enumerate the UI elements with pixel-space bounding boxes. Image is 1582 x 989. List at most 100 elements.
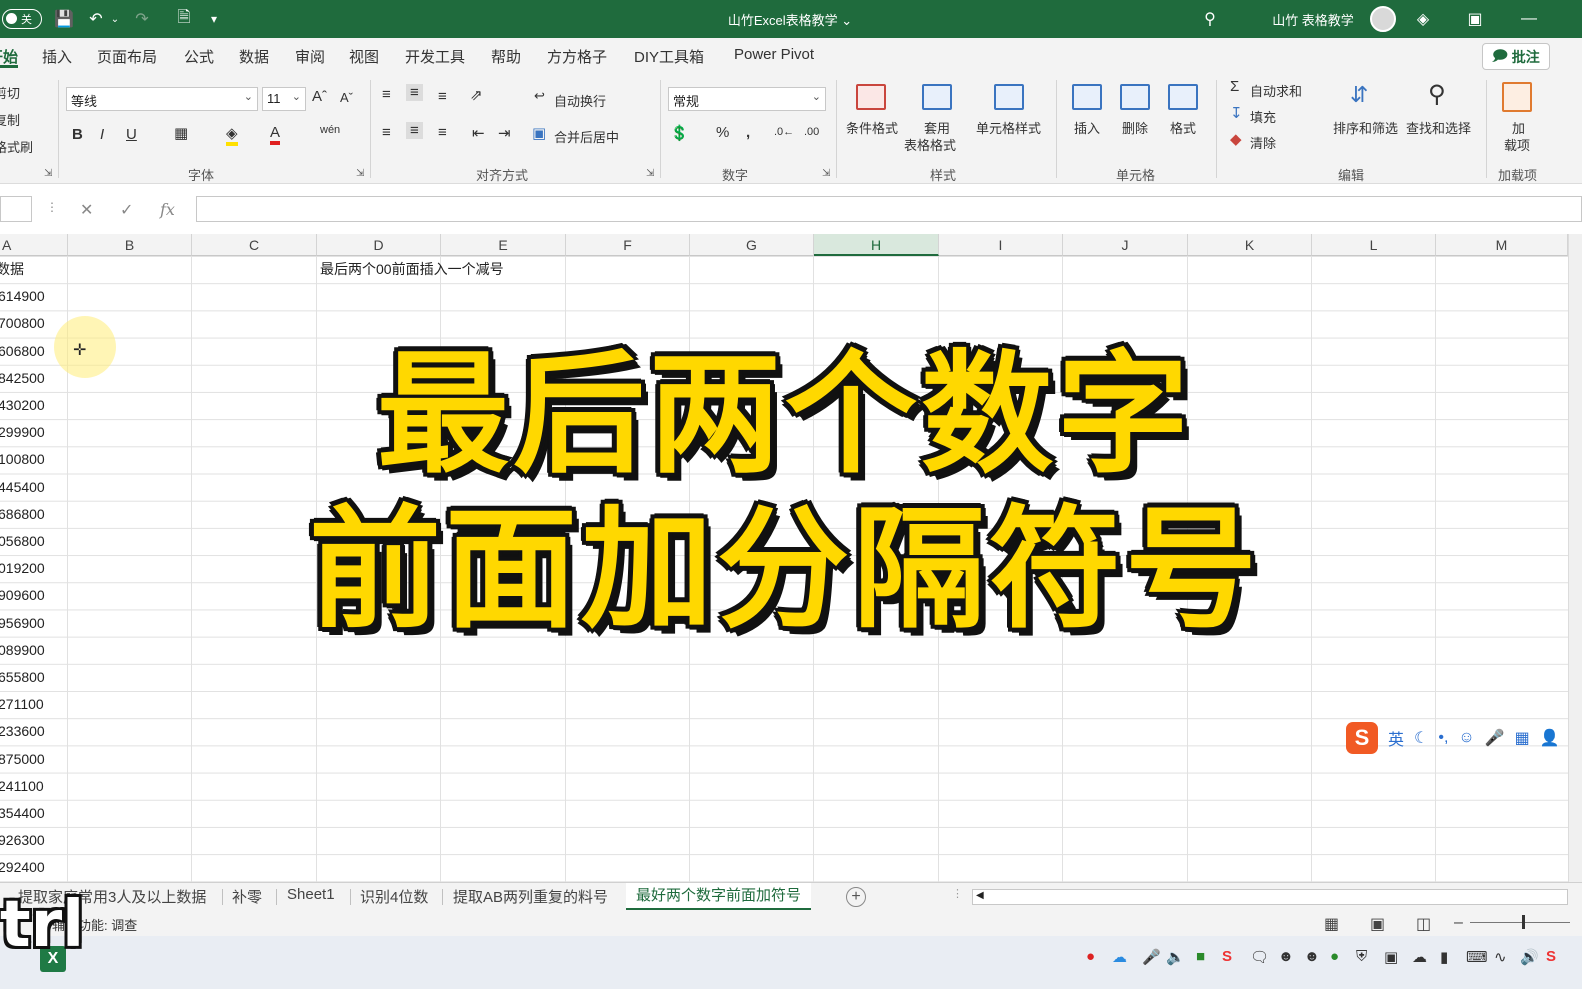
cell-a8[interactable]: 100800 [0,446,45,473]
diamond-icon[interactable]: ◈ [1410,0,1436,38]
sogou-tray-icon[interactable]: S [1222,948,1232,965]
increase-indent-icon[interactable]: ⇥ [498,124,511,142]
add-sheet-icon[interactable]: + [846,887,866,907]
column-header-h[interactable]: H [814,234,939,256]
cell-a1[interactable]: 数据 [0,256,24,283]
align-top-icon[interactable]: ≡ [382,86,391,103]
minimize-icon[interactable]: — [1516,0,1542,38]
save-icon[interactable]: 💾 [52,0,76,38]
cell-a6[interactable]: 430200 [0,392,45,419]
cut-button[interactable]: 剪切 [0,83,20,102]
sheet-tab-active[interactable]: 最好两个数字前面加符号 [626,883,812,910]
moon-icon[interactable]: ☾ [1414,728,1428,748]
format-as-table-label[interactable]: 表格格式 [904,135,956,154]
font-color-icon[interactable]: A [270,124,281,145]
window-title[interactable]: 山竹Excel表格教学 ⌄ [680,0,900,38]
sort-filter-button[interactable]: 排序和筛选 [1333,118,1398,137]
cell-styles-button[interactable]: 单元格样式 [976,118,1041,137]
delete-cells-button[interactable]: 删除 [1122,118,1148,137]
microphone-icon[interactable]: 🎤 [1142,948,1161,966]
tab-formulas[interactable]: 公式 [184,46,214,68]
zoom-out-icon[interactable]: – [1454,914,1463,932]
column-header-b[interactable]: B [68,234,192,256]
volume-icon[interactable]: 🔈 [1166,948,1185,966]
font-name-select[interactable]: 等线 ⌄ [66,87,258,111]
find-select-button[interactable]: 查找和选择 [1406,118,1471,137]
user-avatar[interactable] [1370,6,1396,32]
underline-icon[interactable]: U [126,126,137,143]
font-launcher-icon[interactable]: ⇲ [356,168,364,179]
wifi-icon[interactable]: ∿ [1494,948,1507,966]
column-header-l[interactable]: L [1312,234,1436,256]
align-right-icon[interactable]: ≡ [438,124,447,141]
column-header-e[interactable]: E [441,234,566,256]
cancel-icon[interactable]: ✕ [80,200,93,220]
accounting-format-icon[interactable]: 💲 [670,124,689,142]
clear-icon[interactable]: ◆ [1230,130,1242,148]
fill-color-icon[interactable]: ◈ [226,124,238,146]
increase-decimal-icon[interactable]: .0← [774,126,794,138]
tab-diy-toolbox[interactable]: DIY工具箱 [634,46,704,68]
tab-insert[interactable]: 插入 [42,46,72,68]
merge-center-icon[interactable]: ▣ [532,124,546,142]
cell-a5[interactable]: 842500 [0,365,45,392]
autosum-icon[interactable]: Σ [1230,78,1239,95]
undo-dropdown-icon[interactable]: ⌄ [108,0,122,38]
microphone-icon[interactable]: 🎤 [1485,728,1505,748]
column-header-g[interactable]: G [690,234,814,256]
number-launcher-icon[interactable]: ⇲ [822,168,830,179]
column-header-k[interactable]: K [1188,234,1312,256]
search-icon[interactable]: ⚲ [1198,0,1222,38]
tab-home[interactable]: 开始 [0,46,19,68]
tab-view[interactable]: 视图 [349,46,379,68]
insert-cells-button[interactable]: 插入 [1074,118,1100,137]
keyboard-icon[interactable]: ⌨ [1466,948,1488,966]
cell-a15[interactable]: 089900 [0,637,45,664]
cloud-icon[interactable]: ☁ [1112,948,1127,966]
decrease-decimal-icon[interactable]: .00 [804,126,819,138]
clipboard-launcher-icon[interactable]: ⇲ [44,168,52,179]
cell-a17[interactable]: 271100 [0,691,44,718]
print-preview-icon[interactable]: 🗎 [172,0,196,38]
cell-a20[interactable]: 241100 [0,773,44,800]
cell-a21[interactable]: 354400 [0,800,45,827]
sheet-tab[interactable]: Sheet1 [287,886,335,903]
bold-icon[interactable]: B [72,126,83,143]
cell-a11[interactable]: 056800 [0,528,45,555]
normal-view-icon[interactable]: ▦ [1324,914,1339,934]
battery-icon[interactable]: ▮ [1440,948,1448,966]
cell-a19[interactable]: 875000 [0,746,45,773]
orientation-icon[interactable]: ⇗ [470,86,483,104]
tab-fangfang[interactable]: 方方格子 [547,46,607,68]
shrink-font-icon[interactable]: Aˇ [340,90,353,105]
page-layout-view-icon[interactable]: ▣ [1370,914,1385,934]
column-header-m[interactable]: M [1436,234,1568,256]
tab-page-layout[interactable]: 页面布局 [97,46,157,68]
align-bottom-icon[interactable]: ≡ [438,88,447,105]
decrease-indent-icon[interactable]: ⇤ [472,124,485,142]
column-header-d[interactable]: D [317,234,441,256]
cell-a16[interactable]: 655800 [0,664,45,691]
format-painter-button[interactable]: 格式刷 [0,137,33,156]
clear-button[interactable]: 清除 [1250,133,1276,152]
wechat-icon[interactable]: ● [1330,948,1339,965]
formula-input[interactable] [196,196,1582,222]
onedrive-icon[interactable]: ☁ [1412,948,1427,966]
sheet-tab[interactable]: 提取AB两列重复的料号 [453,886,608,907]
horizontal-scrollbar[interactable]: ◀ [972,889,1568,905]
borders-icon[interactable]: ▦ [174,124,188,142]
cell-d1[interactable]: 最后两个00前面插入一个减号 [320,256,504,283]
addins-button-label[interactable]: 载项 [1504,135,1530,154]
fill-button[interactable]: 填充 [1250,107,1276,126]
column-header-c[interactable]: C [192,234,317,256]
autosave-toggle[interactable]: 关 [2,9,42,29]
cell-a22[interactable]: 926300 [0,827,45,854]
chat-icon[interactable]: 🗨 [1250,948,1269,966]
nvidia-icon[interactable]: ■ [1196,948,1205,965]
tab-data[interactable]: 数据 [239,46,269,68]
sheet-tab[interactable]: 识别4位数 [360,886,428,907]
comments-button[interactable]: 🗩 批注 [1482,43,1550,70]
sheet-tab[interactable]: 补零 [232,886,262,907]
conditional-format-button[interactable]: 条件格式 [846,118,898,137]
cell-a10[interactable]: 686800 [0,501,45,528]
